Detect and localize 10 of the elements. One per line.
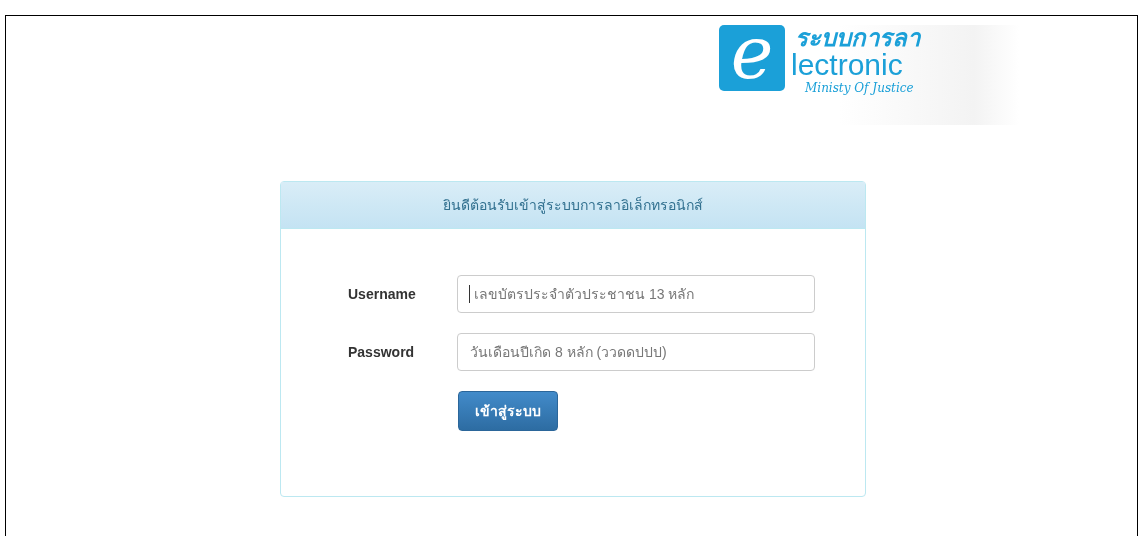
- logo-word: lectronic: [791, 51, 904, 79]
- input-field[interactable]: เลขบัตรประจำตัวประชาชน 13 หลัก: [457, 275, 815, 313]
- field-label: Password: [348, 342, 416, 362]
- input-field[interactable]: วันเดือนปีเกิด 8 หลัก (ววดดปปป): [457, 333, 815, 371]
- logo-mark: e: [719, 25, 785, 91]
- login-button[interactable]: เข้าสู่ระบบ: [458, 391, 558, 431]
- panel-heading: ยินดีต้อนรับเข้าสู่ระบบการลาอิเล็กทรอนิกส์: [443, 195, 703, 216]
- field-label: Username: [348, 284, 417, 304]
- logo-title: ระบบการลา: [795, 25, 920, 51]
- logo-subtitle: Ministy Of Justice: [805, 80, 915, 97]
